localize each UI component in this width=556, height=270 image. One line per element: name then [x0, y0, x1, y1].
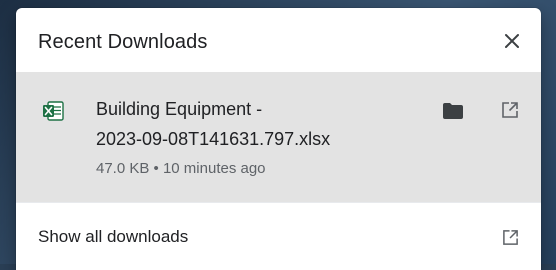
show-all-downloads-row[interactable]: Show all downloads: [16, 203, 541, 270]
excel-file-icon: [42, 100, 64, 122]
open-external-icon: [502, 229, 518, 245]
downloads-header: Recent Downloads: [16, 8, 541, 72]
download-meta: 47.0 KB • 10 minutes ago: [96, 160, 266, 177]
close-icon: [505, 34, 519, 48]
download-item[interactable]: Building Equipment - 2023-09-08T141631.7…: [16, 72, 541, 202]
show-in-folder-button[interactable]: [440, 98, 466, 124]
show-all-external-button[interactable]: [498, 225, 522, 249]
panel-title: Recent Downloads: [38, 31, 208, 53]
download-file-name[interactable]: Building Equipment - 2023-09-08T141631.7…: [96, 94, 436, 154]
close-button[interactable]: [497, 26, 527, 56]
open-external-icon: [502, 102, 518, 118]
file-name-line-2: 2023-09-08T141631.797.xlsx: [96, 129, 331, 149]
file-name-line-1: Building Equipment -: [96, 99, 263, 119]
show-all-downloads-link[interactable]: Show all downloads: [38, 227, 188, 247]
folder-icon: [443, 103, 463, 119]
downloads-panel: Recent Downloads Building Equipment - 20…: [16, 8, 541, 270]
open-file-button[interactable]: [496, 96, 524, 124]
